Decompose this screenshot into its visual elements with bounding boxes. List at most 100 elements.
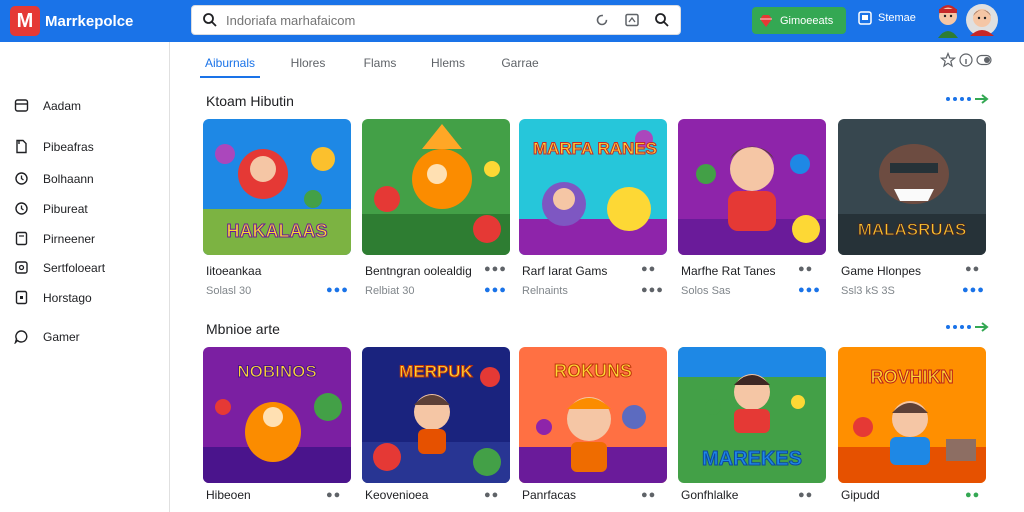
card-title: Hibeoen [206,488,251,502]
game-card[interactable]: NOBINOS Hibeoen [203,347,351,502]
art-text: ROVHIKN [870,367,953,387]
game-card[interactable]: MALASRUAS Game Hlonpes Ssl3 kS 3S [838,119,986,297]
green-button-label: Gimoeeats [780,14,834,27]
card-title: Keovenioea [365,488,429,502]
card-title: Rarf Iarat Gams [522,264,608,278]
search-input[interactable] [226,12,586,28]
game-thumbnail[interactable] [362,119,510,255]
see-all-arrow-icon[interactable] [945,93,991,105]
game-art-image: MALASRUAS [838,119,986,255]
game-art-image: MERPUK [362,347,510,483]
gem-icon [760,14,772,27]
game-art-image: ROKUNS [519,347,667,483]
game-art-image: ROVHIKN [838,347,986,483]
tab-1[interactable]: Hlores [278,44,338,78]
card-menu-icon[interactable]: ●● [798,263,813,275]
logo-mark: M [10,6,40,36]
game-card[interactable]: Marfhe Rat Tanes Solos Sas [678,119,826,297]
user-label: Stemae [878,12,916,24]
image-search-icon[interactable] [624,12,640,28]
game-card[interactable]: MERPUK Keovenioea [362,347,510,502]
sidebar-item-label: Pirneener [43,231,96,246]
card-menu-icon[interactable]: ●● [641,489,656,501]
info-icon[interactable] [958,52,974,68]
sidebar-item-label: Aadam [43,98,82,113]
app-title: Marrkepolce [45,12,134,30]
sidebar-item-0[interactable]: Aadam [14,98,81,113]
game-card[interactable]: MAREKES Gonfhlalke [678,347,826,502]
game-thumbnail[interactable]: MARFA RANES [519,119,667,255]
art-text: MAREKES [702,448,802,470]
user-icon [858,11,872,25]
user-menu-button[interactable]: Stemae [858,11,916,25]
tab-tools [940,52,992,68]
sidebar-item-1[interactable]: Pibeafras [14,139,94,154]
settings-icon [15,261,28,274]
card-subtitle: Relbiat 30 [365,285,415,297]
avatar[interactable] [934,4,962,38]
game-thumbnail[interactable]: ROKUNS [519,347,667,483]
sidebar-item-7[interactable]: Gamer [14,329,80,344]
sidebar-item-label: Bolhaann [43,171,94,186]
card-menu-icon[interactable]: ●● [326,489,341,501]
card-rating-dots: ●●● [641,284,664,296]
card-menu-icon[interactable]: ●● [484,489,499,501]
game-art-image: MARFA RANES [519,119,667,255]
art-text: NOBINOS [237,362,316,381]
game-thumbnail[interactable]: MAREKES [678,347,826,483]
tab-2[interactable]: Flams [350,44,410,78]
sidebar-item-5[interactable]: Sertfoloeart [14,260,105,275]
game-thumbnail[interactable]: ROVHIKN [838,347,986,483]
tab-4[interactable]: Garrae [490,44,550,78]
see-all-arrow-icon[interactable] [945,321,991,333]
bookmark-icon [15,290,28,305]
sidebar-item-6[interactable]: Horstago [14,290,92,305]
profile-avatar[interactable] [966,4,998,36]
game-card[interactable]: Bentngran oolealdig Relbiat 30 [362,119,510,297]
clock-icon [15,172,28,185]
card-subtitle: Ssl3 kS 3S [841,285,895,297]
refresh-icon[interactable] [594,12,610,28]
card-menu-icon[interactable]: ●● [798,489,813,501]
game-art-image [678,119,826,255]
sidebar-item-label: Gamer [43,329,80,344]
card-subtitle: Solasl 30 [206,285,252,297]
green-action-button[interactable]: Gimoeeats [752,7,846,34]
game-art-image: NOBINOS [203,347,351,483]
sidebar-item-3[interactable]: Pibureat [14,201,88,216]
card-menu-icon[interactable]: ●● [965,263,980,275]
game-thumbnail[interactable]: NOBINOS [203,347,351,483]
card-title: Gonfhlalke [681,488,739,502]
game-thumbnail[interactable]: MERPUK [362,347,510,483]
game-card[interactable]: HAKALAAS Iitoeankaa Solasl 30 [203,119,351,297]
tab-bar: Aiburnals Hlores Flams Hlems Garrae [200,44,550,78]
star-icon[interactable] [940,52,956,68]
sidebar: Aadam Pibeafras Bolhaann Pibureat Pirnee… [0,42,170,512]
chat-icon [14,330,28,344]
toggle-icon[interactable] [976,52,992,68]
game-thumbnail[interactable]: MALASRUAS [838,119,986,255]
sidebar-item-4[interactable]: Pirneener [14,231,95,246]
game-card[interactable]: ROKUNS Panrfacas [519,347,667,502]
card-subtitle: Relnaints [522,285,568,297]
section-title: Mbnioe arte [206,321,280,337]
page-icon [15,231,28,246]
game-thumbnail[interactable]: HAKALAAS [203,119,351,255]
game-card[interactable]: ROVHIKN Gipudd [838,347,986,502]
tab-3[interactable]: Hlems [418,44,478,78]
sidebar-item-2[interactable]: Bolhaann [14,171,94,186]
clock-icon [15,202,28,215]
card-menu-icon[interactable]: ●● [641,263,656,275]
app-logo[interactable]: M Marrkepolce [10,5,133,37]
tab-0[interactable]: Aiburnals [200,44,260,78]
game-card[interactable]: MARFA RANES Rarf Iarat Gams Relnaints [519,119,667,297]
card-menu-icon[interactable]: ●● [965,489,980,501]
game-art-image [362,119,510,255]
card-title: Bentngran oolealdig [365,264,472,278]
card-rating-dots: ●●● [798,284,821,296]
game-thumbnail[interactable] [678,119,826,255]
sidebar-item-label: Horstago [43,290,92,305]
card-subtitle: Solos Sas [681,285,731,297]
search-submit-icon[interactable] [654,12,670,28]
card-menu-icon[interactable]: ●●● [484,263,507,275]
